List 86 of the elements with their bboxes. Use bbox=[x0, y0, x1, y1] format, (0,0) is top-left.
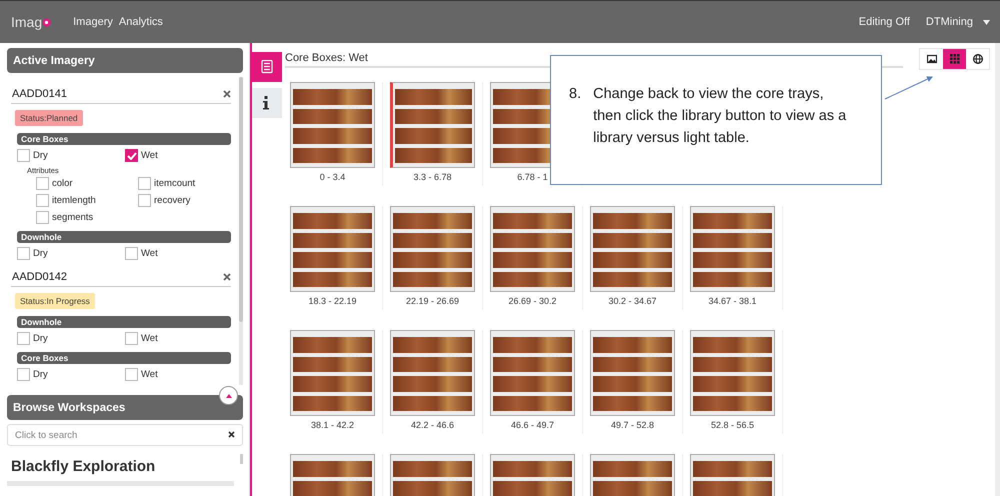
drillhole-name: AADD0142 bbox=[12, 271, 68, 283]
depth-label: 46.6 - 49.7 bbox=[510, 420, 554, 430]
checkbox-label: segments bbox=[52, 212, 94, 223]
checkbox-label: color bbox=[52, 178, 73, 189]
step-number: 8. bbox=[569, 85, 582, 104]
core-tray-photo[interactable] bbox=[290, 206, 375, 292]
core-tray-photo[interactable] bbox=[490, 206, 575, 292]
depth-label: 38.1 - 42.2 bbox=[310, 420, 354, 430]
depth-label: 6.78 - 1 bbox=[517, 172, 548, 182]
status-badge: Status:Planned bbox=[15, 110, 83, 126]
workspace-name[interactable]: Blackfly Exploration bbox=[11, 458, 230, 475]
scrollbar[interactable] bbox=[239, 77, 243, 385]
check-icon bbox=[126, 152, 136, 160]
checkbox-label: recovery bbox=[154, 195, 190, 206]
depth-label: 42.2 - 46.6 bbox=[410, 420, 454, 430]
section-title: Downhole bbox=[21, 317, 62, 327]
core-tray-photo[interactable] bbox=[690, 206, 775, 292]
checkbox[interactable] bbox=[17, 368, 30, 381]
checkbox[interactable] bbox=[17, 332, 30, 345]
search-field[interactable]: Click to search bbox=[7, 424, 243, 446]
clear-icon[interactable] bbox=[228, 431, 235, 438]
core-tray-photo[interactable] bbox=[290, 330, 375, 416]
section-title: Downhole bbox=[21, 232, 62, 242]
checkbox[interactable] bbox=[17, 247, 30, 260]
checkbox-label: Wet bbox=[141, 150, 158, 161]
globe-icon bbox=[972, 54, 982, 64]
grid-icon bbox=[950, 54, 960, 64]
checkbox[interactable] bbox=[36, 194, 49, 207]
checkbox-label: Wet bbox=[141, 369, 158, 380]
checkbox-label: itemcount bbox=[154, 178, 196, 189]
depth-label: 26.69 - 30.2 bbox=[508, 296, 557, 306]
panel-title: Active Imagery bbox=[13, 54, 95, 66]
checkbox[interactable] bbox=[17, 149, 30, 162]
checkbox[interactable] bbox=[125, 247, 138, 260]
close-icon[interactable] bbox=[223, 273, 231, 281]
checkbox-label: Wet bbox=[141, 333, 158, 344]
checkbox-label: Dry bbox=[33, 369, 48, 380]
instruction-text: Change back to view the core trays, then click the library button to view as a library versus light table. bbox=[593, 85, 848, 148]
core-tray-photo[interactable] bbox=[590, 206, 675, 292]
list-icon bbox=[261, 60, 273, 74]
core-tray-photo[interactable] bbox=[490, 330, 575, 416]
core-tray-photo[interactable] bbox=[290, 82, 375, 168]
user-menu[interactable]: DTMining bbox=[926, 16, 973, 28]
caret-up-icon bbox=[226, 394, 232, 398]
core-tray-photo[interactable] bbox=[590, 330, 675, 416]
checkbox-label: Wet bbox=[141, 248, 158, 259]
depth-label: 0 - 3.4 bbox=[320, 172, 346, 182]
checkbox[interactable] bbox=[138, 194, 151, 207]
checkbox[interactable] bbox=[125, 149, 138, 162]
logo-text: Imag bbox=[11, 14, 42, 30]
nav-link[interactable]: Imagery bbox=[73, 16, 113, 28]
caret-icon[interactable] bbox=[983, 20, 990, 24]
image-icon bbox=[926, 54, 936, 64]
checkbox[interactable] bbox=[36, 177, 49, 190]
checkbox[interactable] bbox=[125, 368, 138, 381]
checkbox-label: Dry bbox=[33, 248, 48, 259]
side-tab[interactable] bbox=[252, 88, 282, 118]
checkbox-label: Dry bbox=[33, 333, 48, 344]
logo-icon bbox=[42, 18, 52, 26]
depth-label: 52.8 - 56.5 bbox=[710, 420, 754, 430]
depth-label: 49.7 - 52.8 bbox=[610, 420, 654, 430]
depth-label: 34.67 - 38.1 bbox=[708, 296, 757, 306]
depth-label: 3.3 - 6.78 bbox=[413, 172, 452, 182]
editing-toggle[interactable]: Editing Off bbox=[858, 16, 910, 28]
close-icon[interactable] bbox=[223, 90, 231, 98]
collapse-toggle[interactable] bbox=[219, 386, 238, 405]
depth-label: 30.2 - 34.67 bbox=[608, 296, 657, 306]
checkbox-label: itemlength bbox=[52, 195, 96, 206]
checkbox[interactable] bbox=[125, 332, 138, 345]
core-tray-photo[interactable] bbox=[390, 206, 475, 292]
scrollbar[interactable] bbox=[240, 454, 243, 464]
panel-title: Browse Workspaces bbox=[13, 402, 126, 414]
core-tray-photo[interactable] bbox=[390, 330, 475, 416]
nav-link[interactable]: Analytics bbox=[118, 16, 163, 28]
checkbox[interactable] bbox=[138, 177, 151, 190]
section-title: Core Boxes bbox=[21, 134, 68, 144]
checkbox-label: Dry bbox=[33, 150, 48, 161]
section-title: Core Boxes bbox=[21, 353, 68, 363]
side-tab[interactable] bbox=[252, 52, 282, 82]
checkbox[interactable] bbox=[36, 211, 49, 224]
depth-label: 22.19 - 26.69 bbox=[406, 296, 460, 306]
depth-label: 18.3 - 22.19 bbox=[308, 296, 357, 306]
core-tray-photo[interactable] bbox=[690, 330, 775, 416]
drillhole-name: AADD0141 bbox=[12, 88, 68, 100]
status-badge: Status:In Progress bbox=[15, 293, 95, 309]
core-tray-photo[interactable] bbox=[390, 82, 475, 168]
